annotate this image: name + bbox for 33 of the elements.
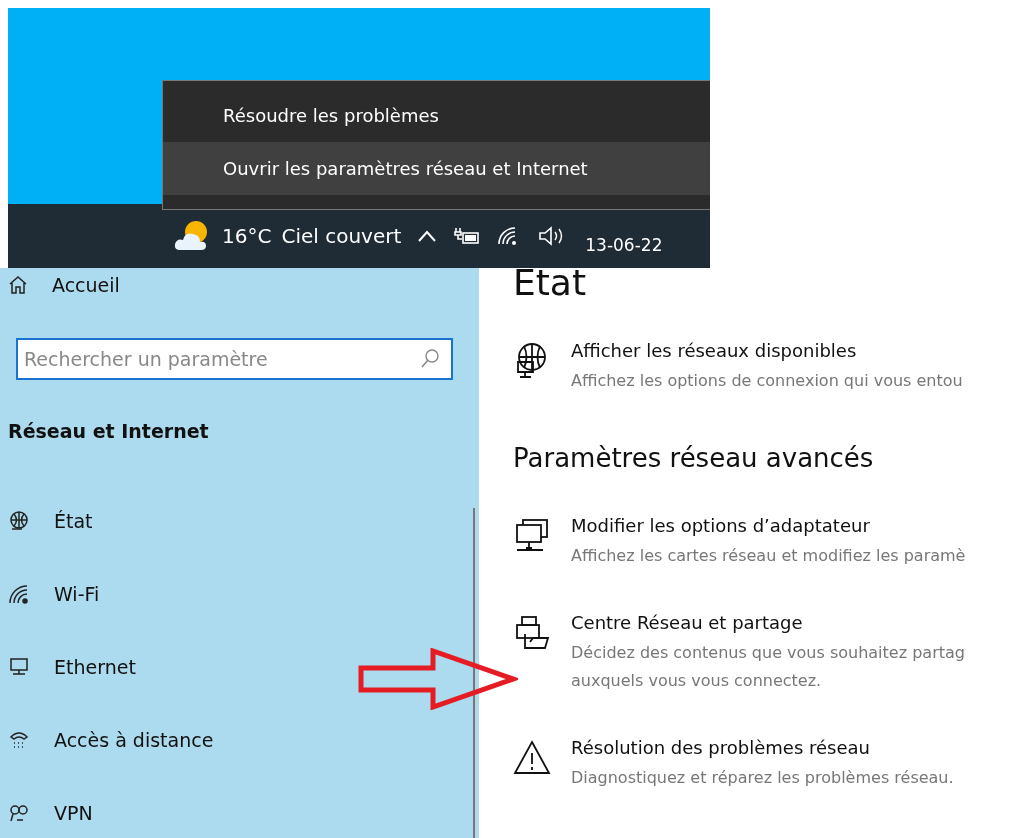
setting-link[interactable]: Centre Réseau et partage (571, 612, 965, 633)
taskbar-date: 13-06-22 (585, 234, 663, 255)
setting-description: Affichez les cartes réseau et modifiez les paramè (571, 545, 966, 567)
setting-description: Décidez des contenus que vous souhaitez partag auxquels vous vous connectez. (571, 642, 965, 692)
home-icon (8, 275, 28, 295)
setting-description: Diagnostiquez et réparez les problèmes réseau. (571, 767, 954, 789)
nav-item[interactable]: Wi-Fi (54, 582, 100, 605)
home-link[interactable]: Accueil (52, 274, 120, 296)
temperature: 16°C (222, 224, 272, 248)
section-heading: Paramètres réseau avancés (513, 443, 875, 473)
search-icon[interactable] (419, 348, 441, 370)
nav-item[interactable]: État (54, 509, 93, 532)
menu-item[interactable]: Ouvrir les paramètres réseau et Internet (163, 142, 710, 195)
setting-link[interactable]: Modifier les options d’adaptateur (571, 515, 966, 536)
weather-text: Ciel couvert (281, 224, 402, 248)
nav-item[interactable]: Accès à distance (54, 728, 214, 751)
chevron-up-icon[interactable] (417, 229, 438, 243)
warning-icon (513, 739, 551, 777)
search-field[interactable]: Rechercher un paramètre (16, 338, 453, 380)
wifi-icon (8, 582, 30, 605)
section-title: Réseau et Internet (8, 420, 210, 442)
globe-icon (8, 509, 30, 532)
setting-link[interactable]: Résolution des problèmes réseau (571, 737, 954, 758)
setting-description: Affichez les options de connexion qui vous entou (571, 370, 963, 392)
menu-item[interactable]: Résoudre les problèmes (163, 89, 710, 142)
scrollbar[interactable] (473, 508, 475, 838)
setting-link[interactable]: Afficher les réseaux disponibles (571, 340, 963, 361)
battery-plug-icon[interactable] (453, 226, 482, 246)
nav-item[interactable]: VPN (54, 801, 93, 824)
nav-item[interactable]: Ethernet (54, 655, 136, 678)
printer-folder-icon (513, 614, 551, 652)
monitor-icon (8, 655, 30, 678)
page-title: Etat (513, 268, 588, 298)
